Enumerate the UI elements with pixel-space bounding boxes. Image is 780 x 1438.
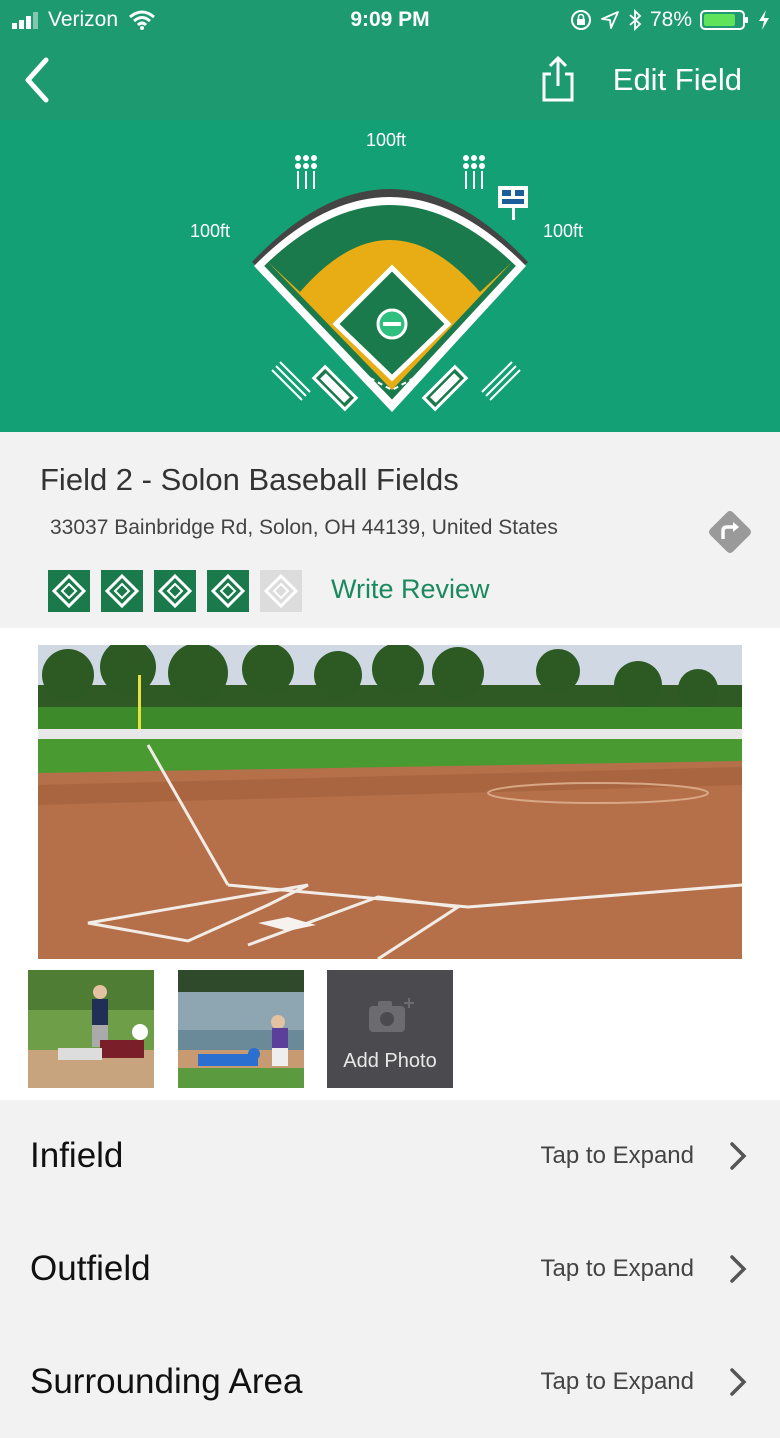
battery-icon [700,10,748,30]
field-title: Field 2 - Solon Baseball Fields [40,462,459,497]
rotation-lock-icon [570,10,591,30]
section-name: Outfield [30,1249,151,1288]
add-photo-label: Add Photo [343,1050,437,1072]
section-name: Infield [30,1136,124,1175]
tap-to-expand-label: Tap to Expand [540,1142,694,1169]
camera-icon [369,998,414,1032]
add-photo-button[interactable]: Add Photo [327,970,453,1088]
photo-thumbnail[interactable] [178,970,304,1088]
rating-diamond-filled-icon[interactable] [48,570,90,612]
field-address: 33037 Bainbridge Rd, Solon, OH 44139, Un… [50,516,558,539]
section-outfield[interactable]: Outfield Tap to Expand [0,1213,780,1325]
bluetooth-icon [629,9,642,31]
tap-to-expand-label: Tap to Expand [540,1255,694,1282]
photo-gallery: Add Photo [0,628,780,1100]
battery-percent: 78% [649,8,692,31]
section-surrounding-area[interactable]: Surrounding Area Tap to Expand [0,1326,780,1438]
chevron-right-icon [730,1255,747,1283]
rating-diamond-empty-icon[interactable] [260,570,302,612]
edit-field-button[interactable]: Edit Field [613,62,742,98]
chevron-right-icon [730,1368,747,1396]
status-bar: Verizon 9:09 PM 78% [0,0,780,40]
back-chevron-icon[interactable] [18,54,58,106]
rating-diamond-filled-icon[interactable] [154,570,196,612]
location-icon [601,11,619,29]
main-field-photo[interactable] [38,645,742,959]
section-infield[interactable]: Infield Tap to Expand [0,1100,780,1212]
rating-diamond-filled-icon[interactable] [101,570,143,612]
share-icon[interactable] [538,54,578,104]
rating-stars[interactable] [48,570,302,612]
photo-thumbnail[interactable] [28,970,154,1088]
charging-icon [759,10,769,30]
directions-icon[interactable] [704,506,756,558]
chevron-right-icon [730,1142,747,1170]
tap-to-expand-label: Tap to Expand [540,1368,694,1395]
write-review-link[interactable]: Write Review [331,574,490,605]
status-right: 78% [570,8,770,32]
nav-bar: Edit Field [0,40,780,120]
field-diagram: 100ft 100ft 100ft [0,120,780,432]
field-info: Field 2 - Solon Baseball Fields 33037 Ba… [0,432,780,628]
section-name: Surrounding Area [30,1362,303,1401]
field-diagram-graphic [252,155,528,412]
rating-diamond-filled-icon[interactable] [207,570,249,612]
